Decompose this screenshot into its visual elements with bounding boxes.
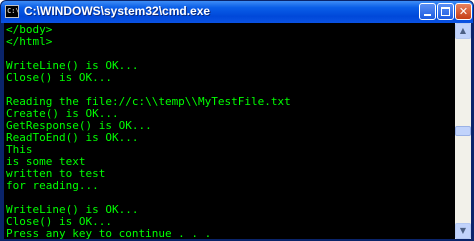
- vertical-scrollbar[interactable]: ▲ ▼: [455, 23, 471, 239]
- scrollbar-thumb[interactable]: [455, 126, 471, 136]
- arrow-up-icon: ▲: [459, 26, 467, 35]
- maximize-button[interactable]: [437, 3, 454, 20]
- minimize-icon: [424, 14, 431, 16]
- cmd-app-icon[interactable]: C:\: [5, 5, 20, 18]
- console-window: C:\ C:\WINDOWS\system32\cmd.exe ✕ </body…: [0, 0, 474, 241]
- console-line: </html>: [6, 35, 53, 48]
- minimize-button[interactable]: [419, 3, 436, 20]
- console-line: Close() is OK...: [6, 71, 112, 84]
- close-button[interactable]: ✕: [455, 3, 472, 20]
- maximize-icon: [441, 7, 450, 16]
- arrow-down-icon: ▼: [459, 226, 467, 235]
- console-output[interactable]: </body> </html> WriteLine() is OK... Clo…: [4, 23, 455, 239]
- console-line: Press any key to continue . . .: [6, 227, 212, 240]
- scroll-down-button[interactable]: ▼: [455, 223, 471, 239]
- window-title: C:\WINDOWS\system32\cmd.exe: [24, 4, 211, 18]
- title-bar[interactable]: C:\ C:\WINDOWS\system32\cmd.exe ✕: [1, 1, 473, 23]
- console-line: for reading...: [6, 179, 99, 192]
- scroll-up-button[interactable]: ▲: [455, 23, 471, 39]
- close-icon: ✕: [458, 5, 469, 18]
